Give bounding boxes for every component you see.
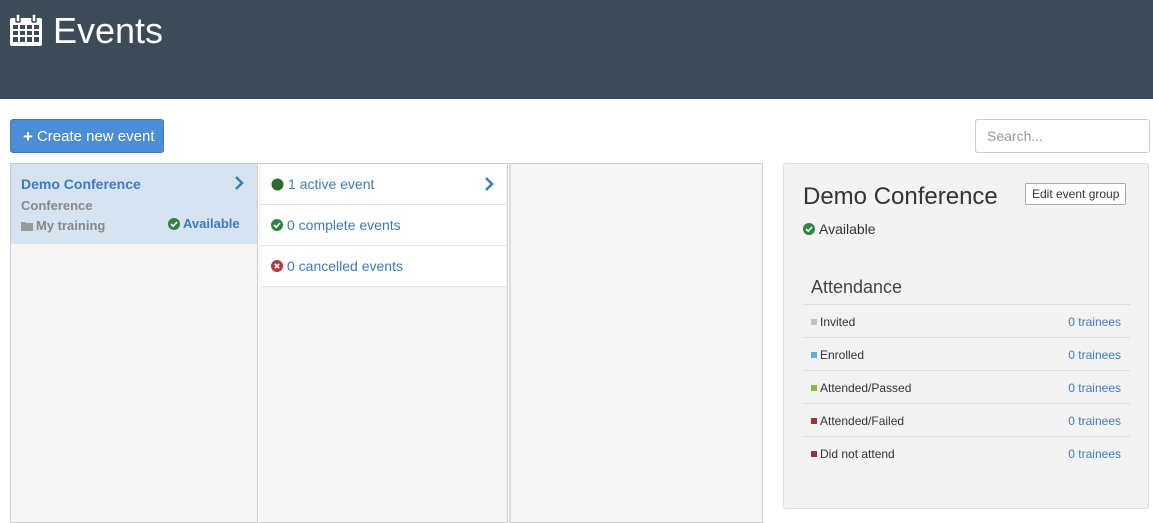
attendance-row: Attended/Failed 0 trainees [803,404,1130,437]
events-list-column [509,163,763,523]
detail-status-label: Available [819,221,876,237]
attendance-count-link[interactable]: 0 trainees [1068,414,1121,428]
plus-icon: + [23,126,33,146]
legend-swatch [811,318,817,325]
check-circle-icon [803,223,815,235]
attendance-row: Invited 0 trainees [803,305,1130,338]
attendance-heading: Attendance [811,277,903,297]
status-row-complete[interactable]: 0 complete events [261,205,506,246]
create-event-button[interactable]: + Create new event [10,119,164,153]
legend-swatch [811,417,817,424]
search-input[interactable] [975,119,1150,153]
edit-event-group-button[interactable]: Edit event group [1025,183,1127,205]
event-group-name: Demo Conference [21,176,141,192]
attendance-count-link[interactable]: 0 trainees [1068,348,1121,362]
attendance-label: Attended/Failed [820,413,905,428]
status-label: Available [183,216,240,231]
event-group-status: Available [168,216,240,231]
page-header: Events [0,0,1153,99]
legend-swatch [811,384,817,391]
attendance-label: Attended/Passed [820,380,912,395]
event-group-detail-panel: Demo Conference Edit event group Availab… [783,163,1149,509]
event-group-folder: My training [21,218,105,233]
status-row-cancelled[interactable]: 0 cancelled events [261,246,506,287]
status-row-label: 0 complete events [287,217,401,233]
attendance-label: Invited [820,314,856,329]
event-group-type: Conference [21,198,93,213]
legend-swatch [811,351,817,358]
detail-title: Demo Conference [803,183,998,210]
chevron-right-icon [485,177,494,191]
attendance-count-link[interactable]: 0 trainees [1068,447,1121,461]
calendar-icon [10,13,42,46]
create-event-label: Create new event [36,127,155,145]
attendance-row: Did not attend 0 trainees [803,437,1130,470]
event-group-item[interactable]: Demo Conference Conference My training A… [11,164,257,244]
folder-label: My training [36,218,106,233]
check-circle-icon [271,219,283,231]
check-circle-icon [168,217,180,230]
active-dot-icon [271,178,284,191]
status-row-label: 0 cancelled events [287,258,403,274]
status-row-active[interactable]: 1 active event [261,164,506,205]
x-circle-icon [271,260,283,272]
folder-icon [21,221,33,231]
event-status-column: 1 active event 0 complete events 0 cance… [259,163,508,523]
status-row-label: 1 active event [288,176,375,192]
attendance-row: Attended/Passed 0 trainees [803,371,1130,404]
page-title: Events [53,10,164,51]
attendance-label: Enrolled [820,347,865,362]
attendance-count-link[interactable]: 0 trainees [1068,315,1121,329]
detail-status: Available [803,221,876,237]
legend-swatch [811,450,817,457]
event-groups-column: Demo Conference Conference My training A… [10,163,258,523]
attendance-label: Did not attend [820,446,895,461]
attendance-count-link[interactable]: 0 trainees [1068,381,1121,395]
chevron-right-icon [235,176,244,190]
attendance-row: Enrolled 0 trainees [803,338,1130,371]
